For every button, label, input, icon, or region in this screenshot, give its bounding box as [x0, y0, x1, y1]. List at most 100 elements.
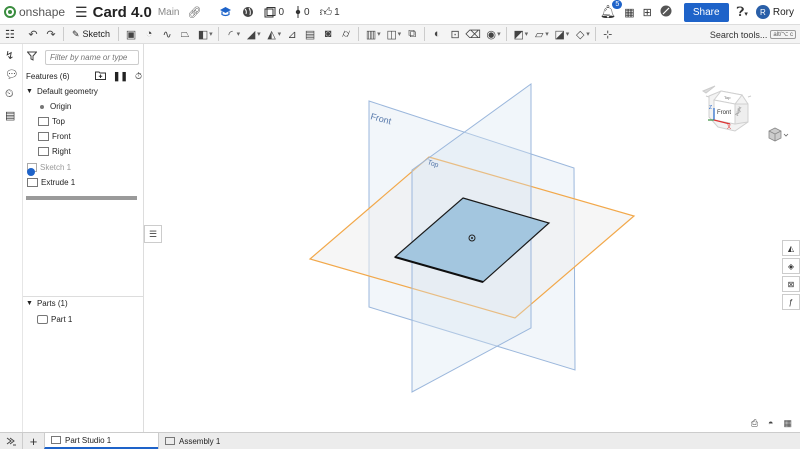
list-item[interactable]: Sketch 1 — [27, 161, 71, 176]
user-name: Rory — [772, 6, 794, 18]
rebuild-timer-icon[interactable]: ⏱︎ — [135, 71, 142, 82]
chevron-down-icon[interactable]: ▾ — [278, 30, 282, 38]
appearance-panel-icon[interactable]: ◭ — [782, 240, 800, 256]
pause-icon[interactable]: ❚❚ — [113, 71, 128, 82]
chevron-down-icon[interactable]: ▾ — [398, 30, 402, 38]
transform-icon[interactable]: ⊡ — [446, 26, 464, 42]
tab-part-studio-1[interactable]: Part Studio 1 — [44, 433, 158, 449]
comments-icon[interactable]: 💬︎ — [5, 68, 19, 81]
cylinder-icon[interactable]: ⌭ — [337, 26, 355, 42]
viewport-status-icons: ⎙ ◓ ▦ — [751, 418, 792, 429]
chevron-down-icon[interactable]: ▾ — [586, 30, 590, 38]
branches-button[interactable]: 0 — [294, 6, 310, 18]
improve-onshape-icon[interactable] — [660, 5, 672, 20]
chevron-down-icon[interactable]: ▾ — [545, 30, 549, 38]
hole-icon[interactable]: ◙ — [319, 26, 337, 42]
add-tab-button[interactable]: + — [22, 433, 44, 449]
printer-icon[interactable]: ⎙ — [751, 418, 758, 429]
revolve-icon[interactable]: ◔ — [140, 26, 158, 42]
model-canvas[interactable]: Front Top Top Front Right Z X — [145, 44, 800, 432]
tab-label: Assembly 1 — [179, 436, 221, 446]
onshape-logo[interactable]: onshape — [4, 5, 65, 19]
features-header: Features (6) ❚❚ ⏱︎ — [26, 71, 142, 82]
versions-button[interactable]: 0 — [264, 6, 285, 18]
bom-icon[interactable]: ▤ — [5, 109, 18, 122]
configurations-icon[interactable]: ƒ — [782, 294, 800, 310]
history-icon[interactable]: ⏲︎ — [5, 88, 18, 101]
chevron-down-icon[interactable]: ▾ — [257, 30, 261, 38]
rollback-bar[interactable] — [26, 196, 137, 200]
list-item[interactable]: Top — [38, 115, 65, 128]
learning-center-icon[interactable] — [219, 6, 232, 18]
loft-icon[interactable]: ⏢ — [176, 26, 194, 42]
view-cube-top-label: Top — [724, 95, 731, 100]
chevron-down-icon[interactable]: ▾ — [566, 30, 570, 38]
help-button[interactable]: ❓︎▾ — [737, 4, 748, 20]
avatar: R — [755, 5, 770, 19]
extrude-icon — [27, 178, 38, 187]
feature-panel: Features (6) ❚❚ ⏱︎ ▼ Default geometry Or… — [22, 44, 144, 432]
feature-list-icon[interactable]: ☷ — [5, 28, 18, 41]
search-tools-label: Search tools... — [709, 29, 768, 40]
share-button[interactable]: Share — [683, 2, 729, 22]
filter-input[interactable] — [45, 50, 139, 65]
chevron-down-icon[interactable]: ▾ — [237, 30, 241, 38]
measure-icon[interactable]: ⊠ — [782, 276, 800, 292]
extrude-icon[interactable]: ▣ — [122, 26, 140, 42]
branch-label[interactable]: Main — [158, 7, 180, 18]
x-axis-label: X — [727, 125, 731, 131]
features-title: Features (6) — [26, 72, 70, 81]
variables-icon[interactable]: ↯ — [5, 49, 18, 62]
chevron-down-icon[interactable]: ▾ — [377, 30, 381, 38]
split-icon[interactable]: ◐ — [428, 26, 446, 42]
link-icon[interactable]: 🔗︎ — [188, 6, 202, 19]
add-custom-feature-icon[interactable]: ⊹ — [599, 26, 617, 42]
default-geometry-folder[interactable]: ▼ Default geometry — [26, 85, 98, 98]
feature-label: Right — [52, 147, 71, 156]
search-tools-button[interactable]: Search tools... alt/⌥ c — [710, 27, 796, 42]
app-store-icon[interactable]: ▦ — [624, 6, 634, 19]
display-mode-icon[interactable]: ▦ — [783, 418, 792, 429]
chevron-down-icon[interactable]: ▾ — [209, 30, 213, 38]
graphics-viewport[interactable]: Front Top Top Front Right Z X ◭ ◈ ⊠ ƒ — [145, 44, 800, 432]
menu-icon[interactable]: ☰ — [75, 4, 88, 21]
undo-icon[interactable]: ↶ — [24, 26, 42, 42]
chevron-down-icon[interactable]: ▼ — [26, 300, 33, 307]
filter-icon[interactable] — [26, 51, 45, 64]
list-item[interactable]: Extrude 1 — [27, 176, 75, 189]
origin-dot — [471, 237, 473, 239]
versions-count: 0 — [278, 6, 285, 18]
list-item[interactable]: Front — [38, 130, 71, 143]
boolean-icon[interactable]: ⧉ — [403, 26, 421, 42]
section-view-icon[interactable]: ◓ — [768, 418, 773, 429]
z-axis-label: Z — [709, 105, 712, 111]
tab-assembly-1[interactable]: Assembly 1 — [158, 433, 272, 449]
redo-icon[interactable]: ↷ — [42, 26, 60, 42]
user-menu[interactable]: R Rory — [755, 5, 794, 19]
chevron-down-icon[interactable]: ▼ — [26, 88, 33, 95]
sweep-icon[interactable]: ∿ — [158, 26, 176, 42]
filter-bar — [26, 50, 141, 65]
chevron-down-icon[interactable]: ▾ — [525, 30, 529, 38]
chevron-down-icon[interactable]: ▾ — [497, 30, 501, 38]
apps-grid-icon[interactable]: ⊞ — [643, 6, 652, 19]
plane-icon — [38, 147, 49, 156]
mass-properties-icon[interactable]: ◈ — [782, 258, 800, 274]
list-item[interactable]: Origin — [37, 100, 71, 113]
rib-icon[interactable]: ⊿ — [283, 26, 301, 42]
parts-folder[interactable]: ▼ Parts (1) — [26, 297, 68, 310]
view-cube[interactable]: Top Front Right Z X — [701, 85, 752, 132]
view-options-icon[interactable] — [768, 127, 789, 142]
list-item[interactable]: Right — [38, 145, 71, 158]
toolbar-divider — [118, 27, 120, 41]
tab-manager-icon[interactable] — [0, 433, 22, 449]
shell-icon[interactable]: ▤ — [301, 26, 319, 42]
notifications-button[interactable]: 🔔︎ 5 — [600, 0, 623, 20]
public-globe-icon[interactable] — [242, 6, 254, 18]
add-folder-icon[interactable] — [94, 71, 106, 82]
list-item[interactable]: Part 1 — [37, 313, 72, 326]
like-button[interactable]: 👍︎ 1 — [320, 5, 340, 20]
sketch-button[interactable]: ✎ Sketch — [67, 29, 115, 40]
document-title[interactable]: Card 4.0 — [93, 4, 152, 21]
delete-part-icon[interactable]: ⌫ — [464, 26, 482, 42]
